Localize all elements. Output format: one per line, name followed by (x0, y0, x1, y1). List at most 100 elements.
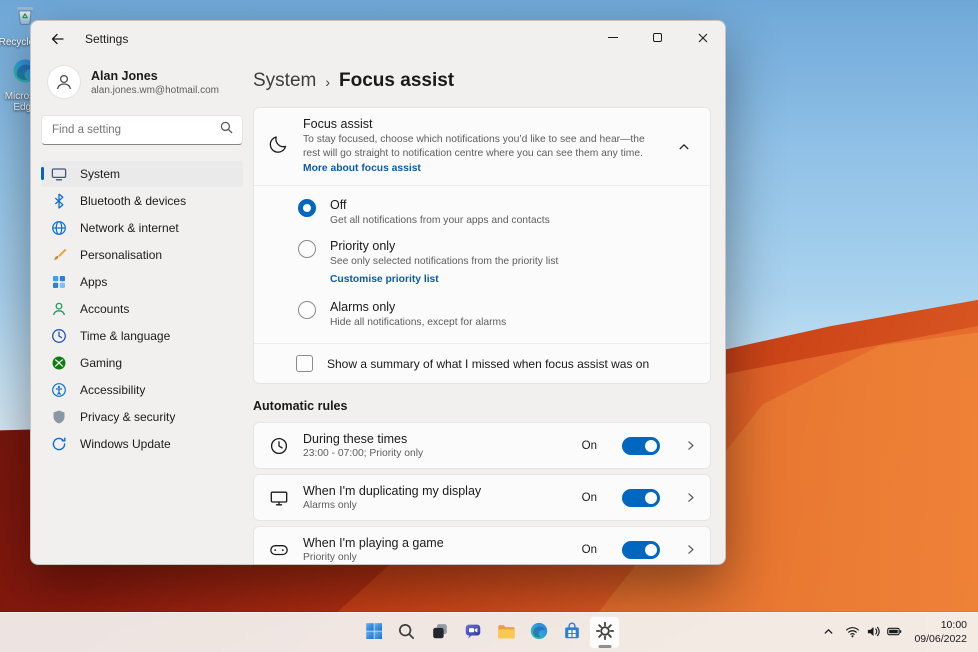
radio-priority[interactable] (298, 240, 316, 259)
focus-assist-expander[interactable]: Focus assist To stay focused, choose whi… (254, 108, 710, 185)
paintbrush-icon (51, 247, 67, 263)
radio-option-alarms-only[interactable]: Alarms only Hide all notifications, exce… (298, 300, 694, 328)
chevron-up-icon[interactable] (668, 137, 700, 157)
sidebar-item-bluetooth-devices[interactable]: Bluetooth & devices (41, 188, 243, 214)
radio-off-checked[interactable] (298, 199, 316, 218)
sidebar-item-gaming[interactable]: Gaming (41, 350, 243, 376)
sidebar-item-label: Network & internet (80, 221, 179, 235)
chevron-right-icon[interactable] (674, 482, 706, 514)
edge-taskbar-button[interactable] (523, 616, 554, 649)
settings-sidebar: Alan Jones alan.jones.wm@hotmail.com Sys… (31, 57, 253, 564)
sidebar-item-label: Accounts (80, 302, 130, 316)
sidebar-item-label: Gaming (80, 356, 123, 370)
sidebar-item-label: Apps (80, 275, 108, 289)
edge-icon (529, 621, 549, 644)
volume-icon (866, 624, 881, 642)
window-title: Settings (85, 32, 129, 46)
rule-during-these-times[interactable]: During these times 23:00 - 07:00; Priori… (253, 422, 711, 470)
sidebar-item-privacy-security[interactable]: Privacy & security (41, 404, 243, 430)
globe-icon (51, 220, 67, 236)
sidebar-item-network-internet[interactable]: Network & internet (41, 215, 243, 241)
radio-alarms[interactable] (298, 301, 316, 320)
person-icon (51, 301, 67, 317)
store-bag-icon (562, 621, 582, 644)
rule-playing-game[interactable]: When I'm playing a game Priority only On (253, 526, 711, 564)
more-about-focus-assist-link[interactable]: More about focus assist (303, 163, 421, 174)
gamepad-icon (269, 540, 289, 560)
clock-date: 09/06/2022 (914, 632, 967, 645)
chat-button[interactable] (457, 616, 488, 649)
user-name: Alan Jones (91, 68, 158, 83)
start-button[interactable] (358, 616, 389, 649)
system-icon (51, 166, 67, 182)
focus-assist-title: Focus assist (303, 117, 373, 131)
sidebar-item-apps[interactable]: Apps (41, 269, 243, 295)
focus-options: Off Get all notifications from your apps… (254, 185, 710, 343)
sidebar-item-accessibility[interactable]: Accessibility (41, 377, 243, 403)
close-button[interactable] (680, 21, 725, 54)
customise-priority-list-link[interactable]: Customise priority list (330, 274, 439, 285)
automatic-rules-header: Automatic rules (253, 399, 348, 414)
toggle-state-label: On (581, 439, 597, 452)
focus-moon-icon (269, 134, 289, 159)
search-icon (397, 622, 416, 644)
toggle-duplicating-display[interactable] (622, 488, 660, 507)
focus-assist-card: Focus assist To stay focused, choose whi… (253, 107, 711, 385)
search-icon (220, 121, 233, 139)
avatar (47, 65, 81, 99)
sidebar-item-personalisation[interactable]: Personalisation (41, 242, 243, 268)
task-view-button[interactable] (424, 616, 455, 649)
radio-option-priority-only[interactable]: Priority only See only selected notifica… (298, 239, 694, 287)
xbox-icon (51, 355, 67, 371)
sidebar-item-label: Time & language (80, 329, 171, 343)
sidebar-item-windows-update[interactable]: Windows Update (41, 431, 243, 457)
accessibility-icon (51, 382, 67, 398)
sidebar-item-time-language[interactable]: Time & language (41, 323, 243, 349)
chevron-right-icon[interactable] (674, 534, 706, 564)
sidebar-nav: System Bluetooth & devices Network & int… (41, 161, 243, 457)
bluetooth-icon (51, 193, 67, 209)
minimize-button[interactable] (590, 21, 635, 54)
settings-taskbar-button[interactable] (589, 616, 620, 649)
display-icon (269, 488, 289, 508)
taskbar-clock[interactable]: 10:00 09/06/2022 (907, 617, 976, 649)
sidebar-item-label: Personalisation (80, 248, 163, 262)
update-icon (51, 436, 67, 452)
rule-duplicating-display[interactable]: When I'm duplicating my display Alarms o… (253, 474, 711, 522)
user-profile[interactable]: Alan Jones alan.jones.wm@hotmail.com (41, 59, 243, 115)
taskbar-search-button[interactable] (391, 616, 422, 649)
store-button[interactable] (556, 616, 587, 649)
sidebar-item-label: Privacy & security (80, 410, 176, 424)
settings-window: Settings Alan Jones alan.jones.wm@hotmai… (30, 20, 726, 565)
chevron-right-icon[interactable] (674, 430, 706, 462)
chat-icon (463, 621, 483, 644)
apps-grid-icon (51, 274, 67, 290)
tray-status-icons[interactable] (840, 617, 907, 649)
search-input[interactable] (52, 124, 220, 136)
sidebar-item-label: Windows Update (80, 437, 171, 451)
file-explorer-button[interactable] (490, 616, 521, 649)
user-email: alan.jones.wm@hotmail.com (91, 84, 219, 96)
radio-option-off[interactable]: Off Get all notifications from your apps… (298, 198, 694, 226)
back-button[interactable] (41, 25, 73, 53)
maximize-button[interactable] (635, 21, 680, 54)
gear-icon (595, 621, 615, 644)
task-view-icon (430, 621, 450, 644)
windows-start-icon (364, 621, 384, 644)
summary-checkbox[interactable] (296, 355, 313, 373)
shield-icon (51, 409, 67, 425)
breadcrumb: System › Focus assist (253, 70, 711, 92)
settings-search (41, 115, 243, 145)
toggle-during-these-times[interactable] (622, 436, 660, 455)
settings-main: System › Focus assist Focus assist To st… (253, 57, 711, 564)
tray-chevron-button[interactable] (817, 617, 840, 649)
chevron-up-icon (822, 625, 835, 641)
sidebar-item-accounts[interactable]: Accounts (41, 296, 243, 322)
sidebar-item-label: System (80, 167, 121, 181)
summary-checkbox-row[interactable]: Show a summary of what I missed when foc… (254, 343, 710, 383)
breadcrumb-separator: › (325, 74, 331, 90)
page-title: Focus assist (339, 70, 455, 91)
toggle-playing-game[interactable] (622, 540, 660, 559)
breadcrumb-parent[interactable]: System (253, 70, 316, 92)
sidebar-item-system[interactable]: System (41, 161, 243, 187)
